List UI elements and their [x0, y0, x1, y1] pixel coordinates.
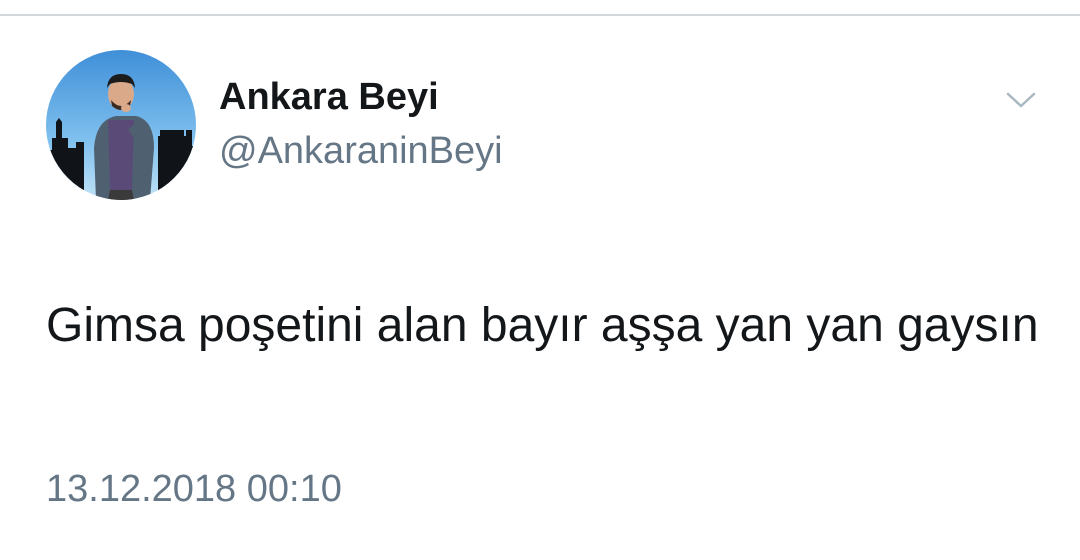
top-divider — [0, 14, 1080, 16]
username[interactable]: @AnkaraninBeyi — [219, 128, 503, 174]
profile-avatar-illustration-icon — [46, 50, 196, 200]
chevron-down-icon — [1006, 92, 1036, 108]
tweet-text: Gimsa poşetini alan bayır aşşa yan yan g… — [46, 299, 1039, 352]
more-options-button[interactable] — [998, 80, 1044, 120]
display-name[interactable]: Ankara Beyi — [219, 74, 439, 120]
tweet-timestamp[interactable]: 13.12.2018 00:10 — [46, 466, 342, 512]
avatar[interactable] — [46, 50, 196, 200]
